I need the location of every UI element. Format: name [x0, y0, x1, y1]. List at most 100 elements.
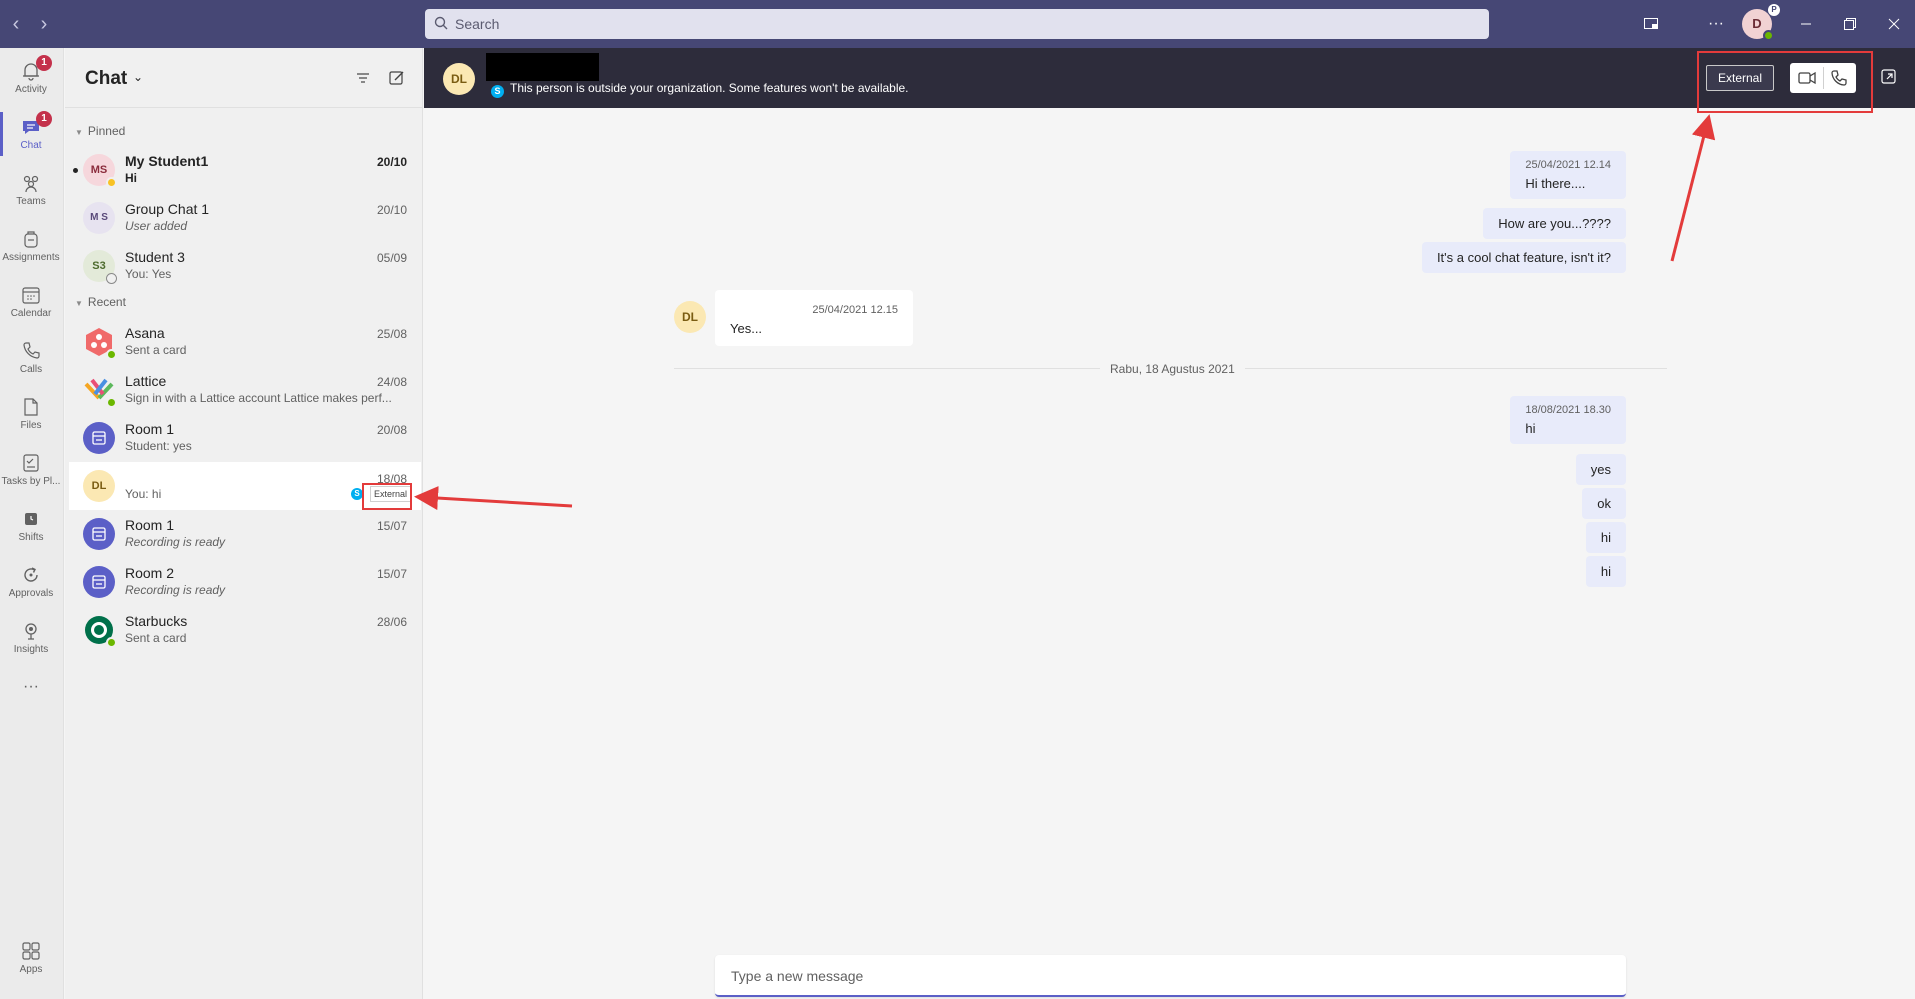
- rail-item-assignments[interactable]: Assignments: [0, 218, 62, 274]
- rail-item-activity[interactable]: Activity 1: [0, 50, 62, 106]
- chat-date: 15/07: [376, 567, 407, 581]
- chat-preview: User added: [125, 219, 188, 233]
- chat-preview: Sign in with a Lattice account Lattice m…: [125, 391, 392, 405]
- recent-section-header[interactable]: ▼ Recent: [75, 295, 126, 309]
- message-bubble[interactable]: It's a cool chat feature, isn't it?: [1421, 242, 1626, 273]
- rail-label: Chat: [20, 140, 42, 151]
- message-bubble[interactable]: yes: [1575, 454, 1626, 485]
- chat-date: 25/08: [376, 327, 407, 341]
- rail-item-shifts[interactable]: Shifts: [0, 498, 62, 554]
- message-bubble[interactable]: hi: [1585, 522, 1626, 553]
- chat-name: Room 1: [125, 421, 175, 437]
- chat-row-student-3[interactable]: S3 Student 3 You: Yes 05/09: [69, 242, 421, 290]
- restore-icon[interactable]: [1836, 10, 1864, 38]
- chat-date: 20/10: [376, 203, 407, 217]
- pop-out-icon[interactable]: [1880, 68, 1898, 86]
- chat-date: 24/08: [376, 375, 407, 389]
- chat-row-room-1[interactable]: Room 1 Student: yes 20/08: [69, 414, 421, 462]
- offline-status-icon: [106, 273, 117, 284]
- chat-list-title[interactable]: Chat: [85, 68, 127, 90]
- avatar: DL: [83, 470, 115, 502]
- chat-row-asana[interactable]: Asana Sent a card 25/08: [69, 318, 421, 366]
- chat-row-starbucks[interactable]: Starbucks Sent a card 28/06: [69, 606, 421, 654]
- chat-list-header: Chat ⌄: [65, 48, 423, 108]
- rail-item-calls[interactable]: Calls: [0, 330, 62, 386]
- rail-item-tasks[interactable]: Tasks by Pl...: [0, 442, 62, 498]
- chat-name: Student 3: [125, 249, 185, 265]
- chevron-down-icon[interactable]: ⌄: [133, 70, 143, 84]
- rail-label: Teams: [16, 196, 46, 207]
- starbucks-logo-icon: [83, 614, 117, 648]
- chat-row-lattice[interactable]: Lattice Sign in with a Lattice account L…: [69, 366, 421, 414]
- chat-row-room-1-recording[interactable]: Room 1 Recording is ready 15/07: [69, 510, 421, 558]
- contact-avatar[interactable]: DL: [674, 301, 706, 333]
- skype-icon: S: [491, 85, 504, 98]
- chat-row-group-chat-1[interactable]: M S Group Chat 1 User added 20/10: [69, 194, 421, 242]
- search-placeholder: Search: [455, 16, 500, 32]
- avatar: MS: [83, 154, 117, 188]
- clock-icon: [25, 513, 37, 525]
- teams-icon: [23, 175, 39, 193]
- chat-date: 20/08: [376, 423, 407, 437]
- message-bubble[interactable]: 25/04/2021 12.14 Hi there....: [1510, 151, 1626, 199]
- forward-arrow-icon[interactable]: ›: [34, 12, 54, 36]
- message-timestamp: 18/08/2021 18.30: [1525, 404, 1611, 416]
- rail-item-approvals[interactable]: Approvals: [0, 554, 62, 610]
- asana-logo-icon: [83, 326, 117, 360]
- filter-icon[interactable]: [353, 68, 373, 88]
- backpack-icon: [24, 231, 38, 248]
- online-status-icon: [106, 637, 117, 648]
- chat-preview: Sent a card: [125, 343, 187, 357]
- message-bubble[interactable]: hi: [1585, 556, 1626, 587]
- chat-name: Lattice: [125, 373, 167, 389]
- more-options-button[interactable]: ···: [1702, 10, 1730, 38]
- rail-label: Activity: [15, 84, 47, 95]
- message-compose-box[interactable]: Type a new message: [715, 955, 1626, 997]
- annotation-highlight-box: [362, 483, 412, 510]
- meeting-room-icon: [83, 518, 115, 550]
- calendar-icon: [22, 287, 40, 304]
- minimize-icon[interactable]: [1792, 10, 1820, 38]
- contact-avatar[interactable]: DL: [443, 63, 475, 95]
- rail-item-teams[interactable]: Teams: [0, 162, 62, 218]
- title-bar: ‹ › Search ··· D P: [0, 0, 1915, 48]
- message-text: Hi there....: [1525, 176, 1586, 191]
- meeting-room-icon: [83, 566, 115, 598]
- date-divider-label: Rabu, 18 Agustus 2021: [1100, 362, 1245, 376]
- back-arrow-icon[interactable]: ‹: [6, 12, 26, 36]
- user-avatar[interactable]: D P: [1742, 4, 1780, 41]
- rail-item-calendar[interactable]: Calendar: [0, 274, 62, 330]
- redacted-contact-name: [486, 53, 599, 81]
- apps-icon: [22, 942, 40, 960]
- avatar: S3: [83, 250, 117, 284]
- chat-preview: Student: yes: [125, 439, 192, 453]
- message-bubble[interactable]: 18/08/2021 18.30 hi: [1510, 396, 1626, 444]
- online-status-icon: [106, 397, 117, 408]
- message-bubble[interactable]: 25/04/2021 12.15 Yes...: [715, 290, 913, 346]
- close-icon[interactable]: [1880, 10, 1908, 38]
- chat-preview: Recording is ready: [125, 583, 226, 597]
- message-bubble[interactable]: How are you...????: [1483, 208, 1626, 239]
- message-text: hi: [1600, 564, 1611, 579]
- chat-row-my-student1[interactable]: MS My Student1 Hi 20/10: [69, 146, 421, 194]
- chat-name: Room 2: [125, 565, 175, 581]
- message-bubble[interactable]: ok: [1582, 488, 1626, 519]
- rail-item-more[interactable]: ···: [0, 674, 62, 714]
- annotation-arrow: [1670, 114, 1716, 262]
- compact-view-icon[interactable]: [1637, 10, 1665, 38]
- avatar-initials: DL: [91, 480, 107, 492]
- external-notice: S This person is outside your organizatio…: [491, 81, 909, 98]
- unread-dot: [73, 168, 78, 173]
- rail-item-apps[interactable]: Apps: [0, 930, 62, 986]
- chat-row-room-2[interactable]: Room 2 Recording is ready 15/07: [69, 558, 421, 606]
- new-chat-icon[interactable]: [387, 68, 407, 88]
- rail-item-files[interactable]: Files: [0, 386, 62, 442]
- pinned-section-header[interactable]: ▼ Pinned: [75, 124, 125, 138]
- away-status-icon: [106, 177, 117, 188]
- rail-item-chat[interactable]: Chat 1: [0, 106, 62, 162]
- search-input[interactable]: Search: [425, 9, 1489, 39]
- recent-label: Recent: [87, 295, 126, 309]
- more-icon: ···: [23, 678, 39, 695]
- meeting-room-icon: [83, 422, 115, 454]
- rail-item-insights[interactable]: Insights: [0, 610, 62, 666]
